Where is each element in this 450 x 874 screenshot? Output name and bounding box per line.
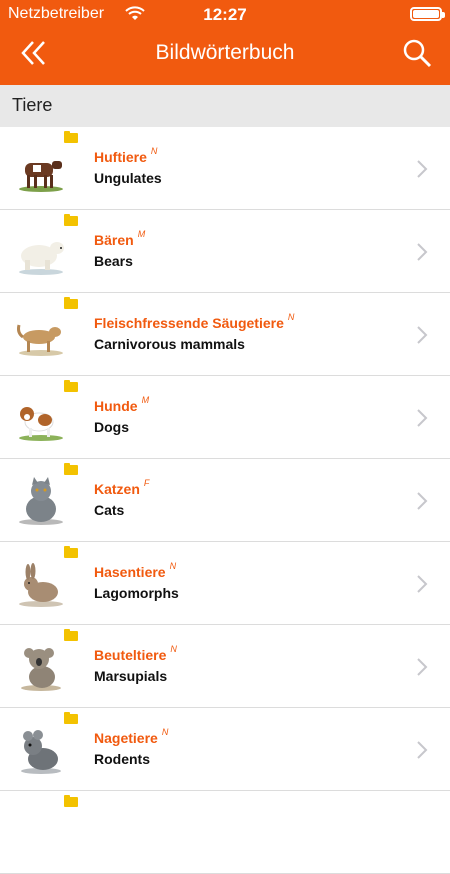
gender-badge: N	[150, 146, 158, 156]
gender-badge: N	[161, 727, 169, 737]
item-title-en: Dogs	[94, 419, 129, 435]
cat-icon	[19, 477, 63, 525]
chevron-right-icon	[417, 243, 428, 261]
battery-tip	[442, 12, 445, 18]
cow-icon	[19, 161, 63, 192]
list-item[interactable]: Hasentiere N Lagomorphs	[0, 542, 450, 625]
gender-badge: M	[141, 395, 150, 405]
item-title-en: Ungulates	[94, 170, 162, 186]
gender-badge: N	[287, 312, 295, 322]
folder-icon	[64, 297, 78, 309]
folder-icon	[64, 629, 78, 641]
gender-badge: F	[143, 478, 150, 488]
category-list: Huftiere N Ungulates Bären M Bears Fleisch…	[0, 127, 450, 874]
chevron-right-icon	[417, 409, 428, 427]
item-title-en: Marsupials	[94, 668, 168, 684]
chevron-right-icon	[417, 575, 428, 593]
clock: 12:27	[203, 5, 247, 24]
gender-badge: M	[137, 229, 146, 239]
gender-badge: N	[170, 644, 177, 654]
koala-icon	[21, 648, 61, 691]
status-bar: Netzbetreiber 12:27	[0, 0, 450, 30]
folder-icon	[64, 214, 78, 226]
item-title-de: Nagetiere N	[94, 727, 169, 746]
page-title: Bildwörterbuch	[155, 41, 295, 64]
chevron-right-icon	[417, 492, 428, 510]
item-title-de: Hunde M	[94, 395, 150, 414]
battery-icon	[410, 7, 442, 21]
chinchilla-icon	[21, 730, 61, 774]
item-title-en: Bears	[94, 253, 133, 269]
item-title-en: Cats	[94, 502, 125, 518]
list-item[interactable]: Nagetiere N Rodents	[0, 708, 450, 791]
list-item[interactable]: Hunde M Dogs	[0, 376, 450, 459]
list-item[interactable]: Beuteltiere N Marsupials	[0, 625, 450, 708]
list-item-partial[interactable]	[0, 791, 450, 874]
folder-icon	[64, 463, 78, 475]
item-title-de: Huftiere N	[94, 146, 158, 165]
header: Netzbetreiber 12:27 Bildwörterbuch	[0, 0, 450, 85]
polar-bear-icon	[19, 242, 64, 275]
item-title-de: Bären M	[94, 229, 146, 248]
section-header: Tiere	[0, 85, 450, 127]
list-item[interactable]: Fleischfressende Säugetiere N Carnivorous…	[0, 293, 450, 376]
folder-icon	[64, 131, 78, 143]
cougar-icon	[17, 324, 63, 356]
search-icon[interactable]	[402, 38, 432, 68]
rabbit-icon	[19, 563, 63, 607]
gender-badge: N	[169, 561, 177, 571]
chevron-right-icon	[417, 326, 428, 344]
item-title-en: Lagomorphs	[94, 585, 179, 601]
chevron-right-icon	[417, 741, 428, 759]
folder-icon	[64, 795, 78, 807]
list-item[interactable]: Huftiere N Ungulates	[0, 127, 450, 210]
item-title-en: Carnivorous mammals	[94, 336, 245, 352]
item-title-en: Rodents	[94, 751, 150, 767]
dog-icon	[19, 407, 63, 441]
folder-icon	[64, 380, 78, 392]
list-item[interactable]: Katzen F Cats	[0, 459, 450, 542]
folder-icon	[64, 546, 78, 558]
chevron-right-icon	[417, 160, 428, 178]
item-title-de: Katzen F	[94, 478, 150, 497]
folder-icon	[64, 712, 78, 724]
section-title: Tiere	[12, 95, 53, 115]
list-item[interactable]: Bären M Bears	[0, 210, 450, 293]
chevron-right-icon	[417, 658, 428, 676]
item-title-de: Fleischfressende Säugetiere N	[94, 312, 295, 331]
item-title-de: Beuteltiere N	[94, 644, 177, 663]
item-title-de: Hasentiere N	[94, 561, 177, 580]
